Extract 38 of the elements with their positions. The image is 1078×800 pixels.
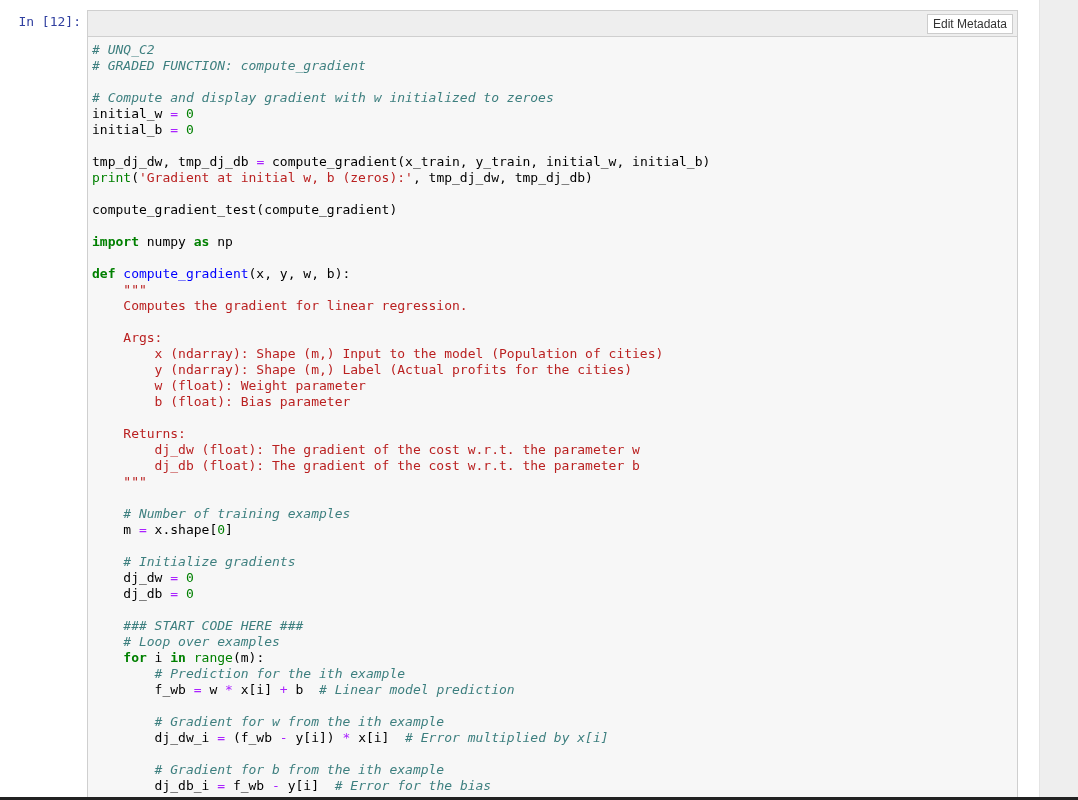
code-line: """ xyxy=(122,282,148,298)
code-line: Computes the gradient for linear regression. xyxy=(122,298,469,314)
code-line: import numpy as np xyxy=(92,233,234,250)
code-line: def compute_gradient(x, y, w, b): xyxy=(92,265,352,282)
code-line: # Gradient for b from the ith example xyxy=(153,761,446,778)
code-line: y (ndarray): Shape (m,) Label (Actual profits for the cities) xyxy=(153,362,634,378)
code-line: x (ndarray): Shape (m,) Input to the model (Population of cities) xyxy=(153,346,665,362)
code-line: # Gradient for w from the ith example xyxy=(153,713,446,730)
edit-metadata-button[interactable]: Edit Metadata xyxy=(926,13,1013,34)
cell-prompt: In [12]: xyxy=(18,14,81,29)
code-line: w (float): Weight parameter xyxy=(153,378,367,394)
code-line: m = x.shape[0] xyxy=(122,522,234,538)
code-line: Returns: xyxy=(122,425,187,442)
code-line: # GRADED FUNCTION: compute_gradient xyxy=(92,58,367,74)
code-line: dj_db_i = f_wb - y[i] # Error for the bias xyxy=(153,778,493,794)
code-cell[interactable] xyxy=(87,10,1018,797)
code-line: ### START CODE HERE ### xyxy=(122,617,305,634)
code-line: dj_dw (float): The gradient of the cost w.r.t. the parameter w xyxy=(153,442,641,458)
code-line: b (float): Bias parameter xyxy=(153,394,352,410)
code-line: # Loop over examples xyxy=(122,634,281,650)
code-line: print('Gradient at initial w, b (zeros):', tmp_dj_dw, tmp_dj_db) xyxy=(92,170,594,186)
code-line: # UNQ_C2 xyxy=(92,42,156,58)
code-line: initial_w = 0 xyxy=(92,106,195,122)
code-line: dj_db = 0 xyxy=(122,586,195,602)
code-line: initial_b = 0 xyxy=(92,122,195,138)
code-line: # Number of training examples xyxy=(122,505,352,522)
code-line: dj_dw = 0 xyxy=(122,570,195,586)
code-line: for i in range(m): xyxy=(122,650,266,666)
code-line: # Initialize gradients xyxy=(122,553,297,570)
code-line: compute_gradient_test(compute_gradient) xyxy=(92,201,399,218)
code-line: """ xyxy=(122,474,148,490)
code-line: f_wb = w * x[i] + b # Linear model prediction xyxy=(153,682,516,698)
code-line: Args: xyxy=(122,329,164,346)
code-line: # Prediction for the ith example xyxy=(153,666,407,682)
code-line: tmp_dj_dw, tmp_dj_db = compute_gradient(x_train, y_train, initial_w, initial_b) xyxy=(92,153,712,170)
code-line: dj_db (float): The gradient of the cost w.r.t. the parameter b xyxy=(153,458,641,474)
code-line: # Compute and display gradient with w initialized to zeroes xyxy=(92,89,555,106)
code-line: dj_dw_i = (f_wb - y[i]) * x[i] # Error multiplied by x[i] xyxy=(153,730,610,746)
